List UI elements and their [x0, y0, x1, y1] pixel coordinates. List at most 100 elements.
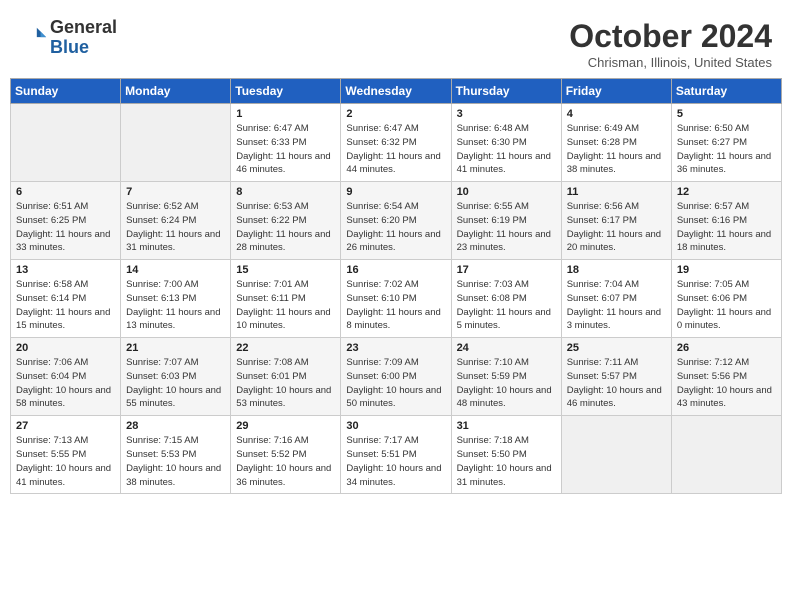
calendar-week-1: 1 Sunrise: 6:47 AMSunset: 6:33 PMDaylight… — [11, 104, 782, 182]
day-info: Sunrise: 6:53 AMSunset: 6:22 PMDaylight:… — [236, 200, 335, 255]
day-info: Sunrise: 7:12 AMSunset: 5:56 PMDaylight:… — [677, 356, 776, 411]
col-tuesday: Tuesday — [231, 79, 341, 104]
logo-general: General — [50, 18, 117, 38]
col-saturday: Saturday — [671, 79, 781, 104]
calendar-cell: 18 Sunrise: 7:04 AMSunset: 6:07 PMDayligh… — [561, 260, 671, 338]
calendar-cell — [561, 416, 671, 494]
calendar-cell: 19 Sunrise: 7:05 AMSunset: 6:06 PMDayligh… — [671, 260, 781, 338]
calendar-cell: 5Sunrise: 6:50 AMSunset: 6:27 PMDaylight… — [671, 104, 781, 182]
calendar-week-2: 6 Sunrise: 6:51 AMSunset: 6:25 PMDaylight… — [11, 182, 782, 260]
day-number: 18 — [567, 264, 666, 276]
logo-icon — [20, 24, 48, 52]
day-number: 20 — [16, 342, 115, 354]
day-number: 25 — [567, 342, 666, 354]
day-info: Sunrise: 7:08 AMSunset: 6:01 PMDaylight:… — [236, 356, 335, 411]
calendar-cell: 8Sunrise: 6:53 AMSunset: 6:22 PMDaylight… — [231, 182, 341, 260]
day-number: 6 — [16, 186, 115, 198]
day-info: Sunrise: 6:51 AMSunset: 6:25 PMDaylight:… — [16, 200, 115, 255]
day-number: 2 — [346, 108, 445, 120]
day-number: 1 — [236, 108, 335, 120]
logo: General Blue — [20, 18, 117, 58]
day-number: 9 — [346, 186, 445, 198]
day-number: 7 — [126, 186, 225, 198]
location-subtitle: Chrisman, Illinois, United States — [569, 55, 772, 70]
calendar-week-5: 27Sunrise: 7:13 AMSunset: 5:55 PMDayligh… — [11, 416, 782, 494]
calendar-cell: 25 Sunrise: 7:11 AMSunset: 5:57 PMDayligh… — [561, 338, 671, 416]
day-info: Sunrise: 7:07 AMSunset: 6:03 PMDaylight:… — [126, 356, 225, 411]
day-info: Sunrise: 6:48 AMSunset: 6:30 PMDaylight:… — [457, 122, 556, 177]
day-info: Sunrise: 7:11 AMSunset: 5:57 PMDaylight:… — [567, 356, 666, 411]
day-info: Sunrise: 7:17 AMSunset: 5:51 PMDaylight:… — [346, 434, 445, 489]
day-number: 4 — [567, 108, 666, 120]
day-info: Sunrise: 7:05 AMSunset: 6:06 PMDaylight:… — [677, 278, 776, 333]
calendar-cell: 21 Sunrise: 7:07 AMSunset: 6:03 PMDayligh… — [121, 338, 231, 416]
day-info: Sunrise: 6:57 AMSunset: 6:16 PMDaylight:… — [677, 200, 776, 255]
day-number: 10 — [457, 186, 556, 198]
calendar-cell: 11 Sunrise: 6:56 AMSunset: 6:17 PMDayligh… — [561, 182, 671, 260]
day-info: Sunrise: 6:50 AMSunset: 6:27 PMDaylight:… — [677, 122, 776, 177]
col-friday: Friday — [561, 79, 671, 104]
day-number: 21 — [126, 342, 225, 354]
day-number: 29 — [236, 420, 335, 432]
col-monday: Monday — [121, 79, 231, 104]
calendar-cell: 3 Sunrise: 6:48 AMSunset: 6:30 PMDaylight… — [451, 104, 561, 182]
calendar-cell — [11, 104, 121, 182]
title-block: October 2024 Chrisman, Illinois, United … — [569, 18, 772, 70]
day-info: Sunrise: 7:10 AMSunset: 5:59 PMDaylight:… — [457, 356, 556, 411]
day-info: Sunrise: 7:03 AMSunset: 6:08 PMDaylight:… — [457, 278, 556, 333]
page-header: General Blue October 2024 Chrisman, Illi… — [10, 10, 782, 74]
day-number: 23 — [346, 342, 445, 354]
calendar-cell: 22 Sunrise: 7:08 AMSunset: 6:01 PMDayligh… — [231, 338, 341, 416]
calendar-cell: 30 Sunrise: 7:17 AMSunset: 5:51 PMDayligh… — [341, 416, 451, 494]
calendar-cell: 1 Sunrise: 6:47 AMSunset: 6:33 PMDaylight… — [231, 104, 341, 182]
calendar-cell: 26 Sunrise: 7:12 AMSunset: 5:56 PMDayligh… — [671, 338, 781, 416]
day-number: 3 — [457, 108, 556, 120]
day-number: 22 — [236, 342, 335, 354]
day-info: Sunrise: 6:52 AMSunset: 6:24 PMDaylight:… — [126, 200, 225, 255]
calendar-cell: 20 Sunrise: 7:06 AMSunset: 6:04 PMDayligh… — [11, 338, 121, 416]
day-info: Sunrise: 7:16 AMSunset: 5:52 PMDaylight:… — [236, 434, 335, 489]
calendar-cell: 27Sunrise: 7:13 AMSunset: 5:55 PMDayligh… — [11, 416, 121, 494]
day-number: 12 — [677, 186, 776, 198]
calendar-cell: 31Sunrise: 7:18 AMSunset: 5:50 PMDayligh… — [451, 416, 561, 494]
calendar-cell: 16Sunrise: 7:02 AMSunset: 6:10 PMDayligh… — [341, 260, 451, 338]
calendar-cell: 23Sunrise: 7:09 AMSunset: 6:00 PMDayligh… — [341, 338, 451, 416]
day-number: 16 — [346, 264, 445, 276]
month-title: October 2024 — [569, 18, 772, 55]
day-info: Sunrise: 6:55 AMSunset: 6:19 PMDaylight:… — [457, 200, 556, 255]
day-number: 19 — [677, 264, 776, 276]
day-number: 15 — [236, 264, 335, 276]
calendar-cell: 17 Sunrise: 7:03 AMSunset: 6:08 PMDayligh… — [451, 260, 561, 338]
day-info: Sunrise: 6:54 AMSunset: 6:20 PMDaylight:… — [346, 200, 445, 255]
day-info: Sunrise: 7:18 AMSunset: 5:50 PMDaylight:… — [457, 434, 556, 489]
calendar-header-row: Sunday Monday Tuesday Wednesday Thursday… — [11, 79, 782, 104]
day-info: Sunrise: 7:04 AMSunset: 6:07 PMDaylight:… — [567, 278, 666, 333]
day-number: 17 — [457, 264, 556, 276]
calendar-cell: 10 Sunrise: 6:55 AMSunset: 6:19 PMDayligh… — [451, 182, 561, 260]
day-info: Sunrise: 6:49 AMSunset: 6:28 PMDaylight:… — [567, 122, 666, 177]
day-info: Sunrise: 6:58 AMSunset: 6:14 PMDaylight:… — [16, 278, 115, 333]
logo-text: General Blue — [50, 18, 117, 58]
calendar-cell: 29 Sunrise: 7:16 AMSunset: 5:52 PMDayligh… — [231, 416, 341, 494]
calendar-cell: 4 Sunrise: 6:49 AMSunset: 6:28 PMDaylight… — [561, 104, 671, 182]
day-info: Sunrise: 7:01 AMSunset: 6:11 PMDaylight:… — [236, 278, 335, 333]
day-info: Sunrise: 7:13 AMSunset: 5:55 PMDaylight:… — [16, 434, 115, 489]
calendar-cell: 12 Sunrise: 6:57 AMSunset: 6:16 PMDayligh… — [671, 182, 781, 260]
day-number: 28 — [126, 420, 225, 432]
calendar-cell — [121, 104, 231, 182]
calendar-cell: 9 Sunrise: 6:54 AMSunset: 6:20 PMDaylight… — [341, 182, 451, 260]
day-info: Sunrise: 6:47 AMSunset: 6:33 PMDaylight:… — [236, 122, 335, 177]
day-info: Sunrise: 7:00 AMSunset: 6:13 PMDaylight:… — [126, 278, 225, 333]
calendar-cell: 28Sunrise: 7:15 AMSunset: 5:53 PMDayligh… — [121, 416, 231, 494]
day-number: 26 — [677, 342, 776, 354]
calendar-cell: 7 Sunrise: 6:52 AMSunset: 6:24 PMDaylight… — [121, 182, 231, 260]
day-number: 11 — [567, 186, 666, 198]
day-number: 24 — [457, 342, 556, 354]
calendar-cell: 24 Sunrise: 7:10 AMSunset: 5:59 PMDayligh… — [451, 338, 561, 416]
day-info: Sunrise: 6:56 AMSunset: 6:17 PMDaylight:… — [567, 200, 666, 255]
calendar-cell: 6 Sunrise: 6:51 AMSunset: 6:25 PMDaylight… — [11, 182, 121, 260]
col-thursday: Thursday — [451, 79, 561, 104]
day-info: Sunrise: 7:06 AMSunset: 6:04 PMDaylight:… — [16, 356, 115, 411]
calendar-cell: 15 Sunrise: 7:01 AMSunset: 6:11 PMDayligh… — [231, 260, 341, 338]
day-number: 30 — [346, 420, 445, 432]
